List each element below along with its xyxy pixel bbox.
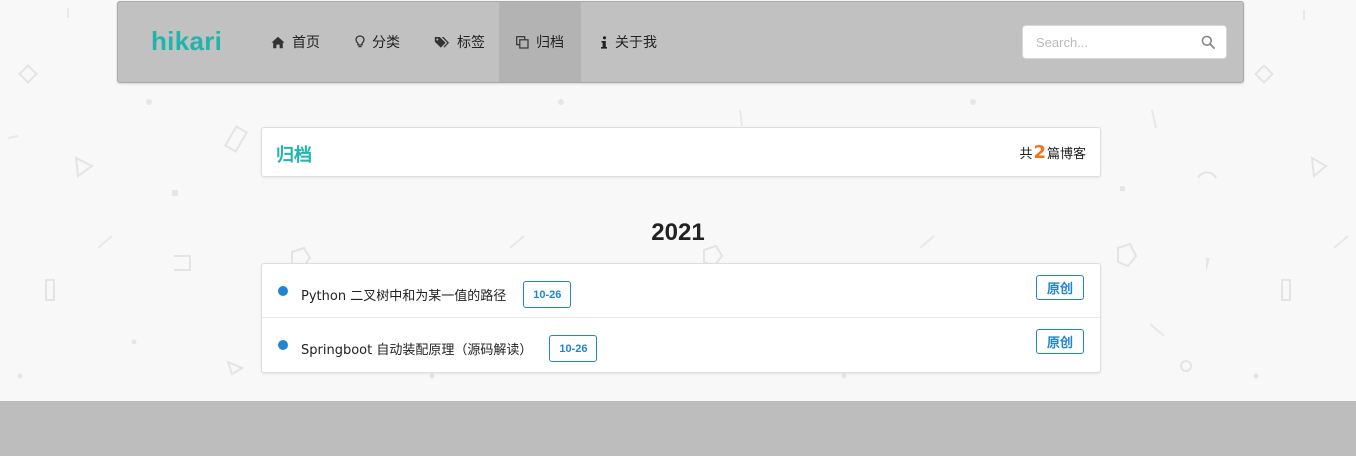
post-count: 共 2 篇博客 (1019, 142, 1086, 163)
post-link[interactable]: Springboot 自动装配原理（源码解读） 10-26 (301, 335, 598, 362)
archive-year: 2021 (651, 219, 705, 246)
clone-icon (516, 35, 529, 49)
brand-logo[interactable]: hikari (151, 26, 222, 57)
home-icon (271, 36, 285, 48)
nav-label-tags: 标签 (457, 35, 485, 51)
post-count-prefix: 共 (1019, 147, 1033, 162)
nav-item-archive[interactable]: 归档 (499, 2, 581, 82)
post-count-number: 2 (1033, 142, 1046, 163)
search-box (1022, 25, 1227, 59)
bullet-dot (278, 286, 288, 296)
footer (0, 401, 1356, 456)
archive-header: 归档 共 2 篇博客 (261, 127, 1101, 177)
date-label: 10-26 (523, 281, 572, 308)
nav-label-category: 分类 (372, 35, 400, 51)
bullet-dot (278, 340, 288, 350)
nav-label-about: 关于我 (615, 35, 657, 51)
post-title[interactable]: Springboot 自动装配原理（源码解读） (301, 339, 532, 358)
page-title: 归档 (276, 145, 312, 166)
original-badge: 原创 (1035, 329, 1084, 354)
lightbulb-icon (355, 35, 365, 48)
nav-label-archive: 归档 (536, 35, 564, 51)
info-icon (601, 35, 607, 49)
tags-icon (434, 36, 449, 48)
nav-item-category[interactable]: 分类 (355, 2, 400, 82)
search-input[interactable] (1023, 26, 1198, 58)
list-item: Python 二叉树中和为某一值的路径 10-26 原创 (262, 264, 1100, 318)
date-label: 10-26 (549, 335, 598, 362)
original-badge: 原创 (1035, 275, 1084, 300)
post-list: Python 二叉树中和为某一值的路径 10-26 原创 Springboot … (261, 263, 1101, 373)
nav-label-home: 首页 (292, 35, 320, 51)
post-title[interactable]: Python 二叉树中和为某一值的路径 (301, 285, 506, 304)
search-icon[interactable] (1201, 35, 1215, 49)
post-count-suffix: 篇博客 (1046, 147, 1086, 162)
top-menu: hikari 首页 分类 标签 归档 关于我 (117, 1, 1244, 83)
post-link[interactable]: Python 二叉树中和为某一值的路径 10-26 (301, 281, 572, 308)
nav-item-tags[interactable]: 标签 (434, 2, 485, 82)
nav-item-home[interactable]: 首页 (271, 2, 320, 82)
list-item: Springboot 自动装配原理（源码解读） 10-26 原创 (262, 318, 1100, 372)
nav-item-about[interactable]: 关于我 (600, 2, 657, 82)
